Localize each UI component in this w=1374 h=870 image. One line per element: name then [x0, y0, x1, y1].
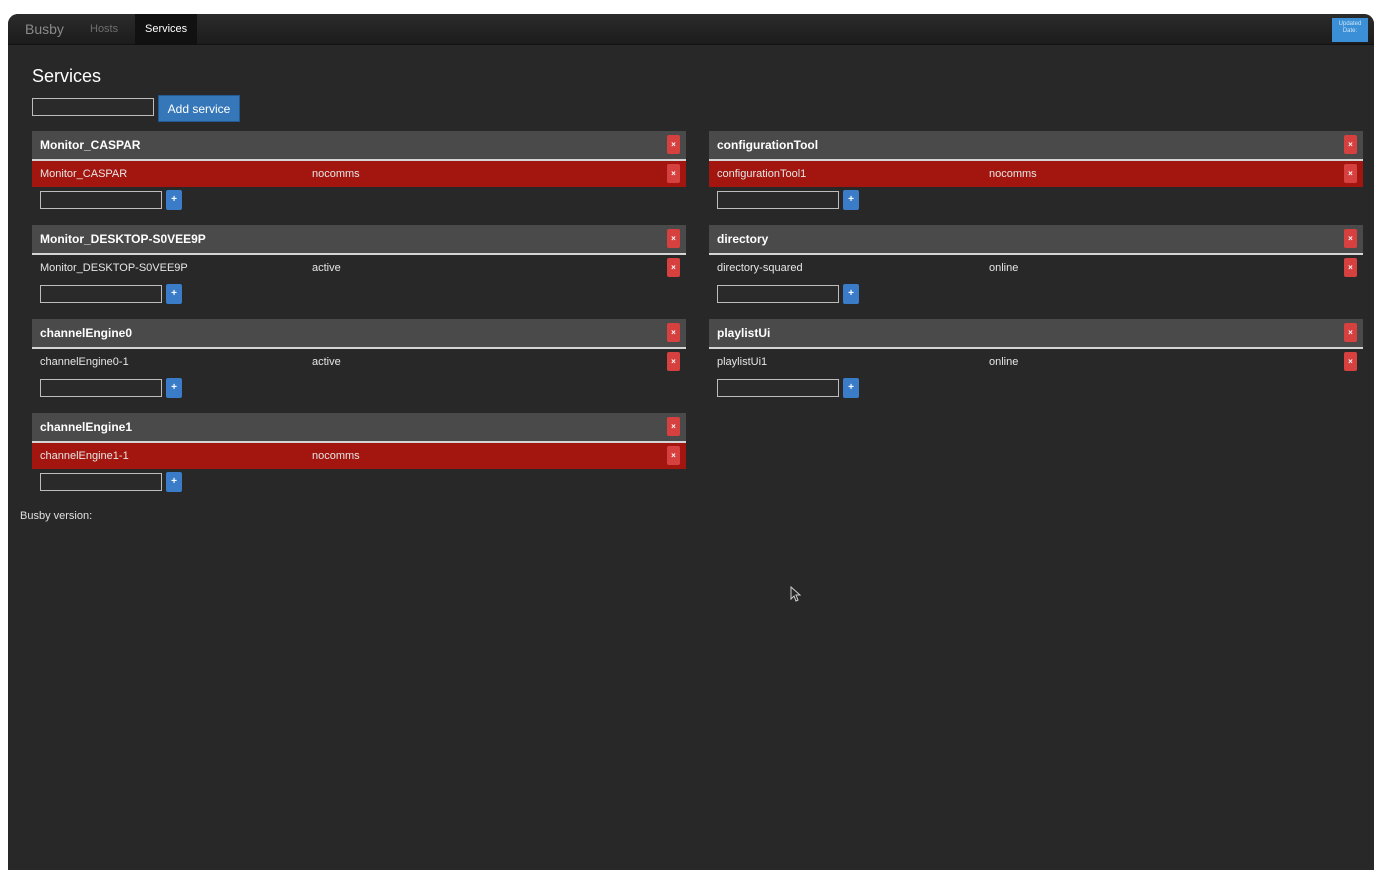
add-instance-button[interactable]: + — [166, 472, 182, 492]
instance-status: nocomms — [312, 450, 360, 462]
delete-service-button[interactable]: × — [667, 229, 680, 248]
delete-instance-button[interactable]: × — [667, 258, 680, 277]
instance-row: channelEngine1-1 nocomms × — [32, 443, 686, 469]
delete-instance-button[interactable]: × — [667, 352, 680, 371]
instance-status: active — [312, 356, 341, 368]
app-window: Busby Hosts Services Updated Date: Servi… — [8, 14, 1374, 870]
add-instance-row: + — [32, 281, 686, 313]
page-title: Services — [32, 66, 102, 86]
service-panel-header: playlistUi × — [709, 319, 1363, 349]
delete-service-button[interactable]: × — [1344, 135, 1357, 154]
instance-status: active — [312, 262, 341, 274]
instance-name: playlistUi1 — [717, 356, 768, 368]
delete-service-button[interactable]: × — [667, 135, 680, 154]
add-instance-button[interactable]: + — [843, 284, 859, 304]
brand-logo[interactable]: Busby — [25, 21, 64, 37]
instance-name: configurationTool1 — [717, 168, 807, 180]
service-panel: Monitor_DESKTOP-S0VEE9P × Monitor_DESKTOP-… — [32, 225, 686, 313]
instance-row: configurationTool1 nocomms × — [709, 161, 1363, 187]
updated-date-badge: Updated Date: — [1332, 18, 1368, 42]
add-instance-row: + — [709, 187, 1363, 219]
service-name: Monitor_CASPAR — [40, 138, 141, 152]
top-navbar: Busby Hosts Services Updated Date: — [8, 14, 1374, 45]
delete-instance-button[interactable]: × — [667, 446, 680, 465]
delete-instance-button[interactable]: × — [1344, 258, 1357, 277]
mouse-pointer-icon — [790, 586, 802, 602]
instance-name: directory-squared — [717, 262, 803, 274]
new-instance-input[interactable] — [40, 285, 162, 303]
add-service-button[interactable]: Add service — [158, 95, 240, 122]
service-name: directory — [717, 232, 769, 246]
add-instance-button[interactable]: + — [843, 190, 859, 210]
new-instance-input[interactable] — [717, 191, 839, 209]
service-name: configurationTool — [717, 138, 819, 152]
service-name: channelEngine1 — [40, 420, 133, 434]
instance-status: online — [989, 262, 1019, 274]
delete-service-button[interactable]: × — [667, 323, 680, 342]
delete-instance-button[interactable]: × — [667, 164, 680, 183]
instance-row: channelEngine0-1 active × — [32, 349, 686, 375]
service-panel: channelEngine0 × channelEngine0-1 active × + — [32, 319, 686, 407]
delete-instance-button[interactable]: × — [1344, 164, 1357, 183]
add-instance-row: + — [32, 469, 686, 501]
new-instance-input[interactable] — [40, 191, 162, 209]
new-instance-input[interactable] — [717, 379, 839, 397]
add-instance-button[interactable]: + — [166, 190, 182, 210]
add-instance-button[interactable]: + — [166, 378, 182, 398]
delete-instance-button[interactable]: × — [1344, 352, 1357, 371]
service-panel-header: Monitor_CASPAR × — [32, 131, 686, 161]
instance-name: channelEngine0-1 — [40, 356, 129, 368]
service-panel-header: configurationTool × — [709, 131, 1363, 161]
busby-version-label: Busby version: — [20, 510, 93, 522]
service-panel-header: Monitor_DESKTOP-S0VEE9P × — [32, 225, 686, 255]
service-panel: channelEngine1 × channelEngine1-1 nocomms × + — [32, 413, 686, 501]
instance-row: playlistUi1 online × — [709, 349, 1363, 375]
delete-service-button[interactable]: × — [667, 417, 680, 436]
service-panel-header: directory × — [709, 225, 1363, 255]
new-instance-input[interactable] — [40, 379, 162, 397]
instance-row: Monitor_DESKTOP-S0VEE9P active × — [32, 255, 686, 281]
instance-name: Monitor_CASPAR — [40, 168, 128, 180]
new-instance-input[interactable] — [40, 473, 162, 491]
delete-service-button[interactable]: × — [1344, 229, 1357, 248]
service-panel-header: channelEngine0 × — [32, 319, 686, 349]
service-panel: directory × directory-squared online × + — [709, 225, 1363, 313]
delete-service-button[interactable]: × — [1344, 323, 1357, 342]
add-instance-button[interactable]: + — [843, 378, 859, 398]
instance-status: nocomms — [312, 168, 360, 180]
instance-row: Monitor_CASPAR nocomms × — [32, 161, 686, 187]
instance-name: Monitor_DESKTOP-S0VEE9P — [40, 262, 188, 274]
add-instance-row: + — [709, 375, 1363, 407]
service-panel: playlistUi × playlistUi1 online × + — [709, 319, 1363, 407]
instance-row: directory-squared online × — [709, 255, 1363, 281]
add-instance-row: + — [32, 187, 686, 219]
service-name: channelEngine0 — [40, 326, 133, 340]
service-panel: Monitor_CASPAR × Monitor_CASPAR nocomms × + — [32, 131, 686, 219]
new-instance-input[interactable] — [717, 285, 839, 303]
tab-hosts[interactable]: Hosts — [80, 14, 128, 44]
service-panel-header: channelEngine1 × — [32, 413, 686, 443]
service-name: playlistUi — [717, 326, 771, 340]
add-instance-row: + — [709, 281, 1363, 313]
service-name: Monitor_DESKTOP-S0VEE9P — [40, 232, 206, 246]
instance-status: online — [989, 356, 1019, 368]
new-service-name-input[interactable] — [32, 98, 154, 116]
instance-status: nocomms — [989, 168, 1037, 180]
add-instance-button[interactable]: + — [166, 284, 182, 304]
add-instance-row: + — [32, 375, 686, 407]
tab-services[interactable]: Services — [135, 14, 198, 44]
service-panel: configurationTool × configurationTool1 noco… — [709, 131, 1363, 219]
instance-name: channelEngine1-1 — [40, 450, 129, 462]
